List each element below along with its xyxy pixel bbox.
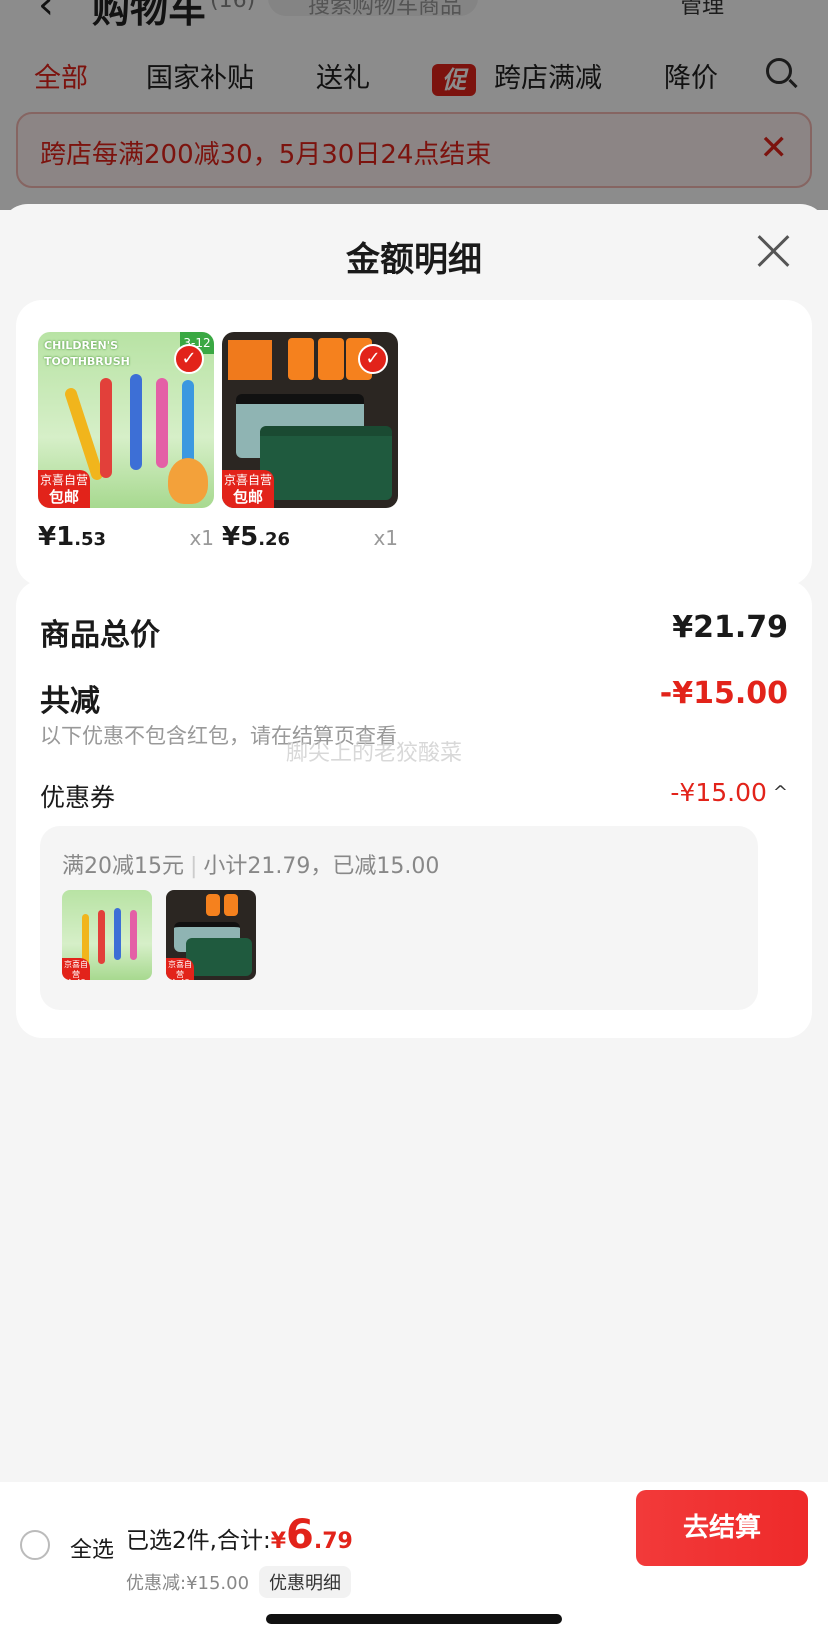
- product-item[interactable]: ✓ 京喜自营 包邮 ¥5.26 x1: [222, 332, 398, 558]
- chevron-up-icon[interactable]: ^: [773, 782, 788, 803]
- total-price-value: ¥21.79: [672, 610, 788, 645]
- package-graphic: [318, 338, 344, 380]
- package-graphic: [228, 340, 272, 380]
- brief-graphic: [260, 426, 392, 500]
- self-operated-tag: 京喜自营包邮: [38, 470, 90, 508]
- watermark-text: 脚尖上的老狡酸菜: [286, 741, 463, 766]
- coupon-product-thumb: 京喜自营包邮: [166, 890, 256, 980]
- toothbrush-graphic: [114, 908, 121, 960]
- package-graphic: [224, 894, 238, 916]
- product-quantity: x1: [189, 526, 214, 550]
- home-indicator: [266, 1614, 562, 1624]
- discount-summary: 优惠减:¥15.00 优惠明细: [126, 1566, 352, 1598]
- coupon-rule-text: 满20减15元 | 小计21.79，已减15.00: [62, 854, 440, 879]
- checkout-button[interactable]: 去结算: [636, 1490, 808, 1566]
- sheet-title: 金额明细: [346, 240, 482, 280]
- discount-detail-button[interactable]: 优惠明细: [259, 1566, 352, 1598]
- coupon-row[interactable]: 优惠券 -¥15.00 ^: [40, 778, 788, 814]
- coupon-label: 优惠券: [40, 783, 116, 812]
- discount-label: 共减: [40, 684, 100, 719]
- discount-value: -¥15.00: [659, 676, 788, 711]
- checkout-bar: 全选 已选2件,合计:¥6.79 优惠减:¥15.00 优惠明细 去结算: [0, 1482, 828, 1640]
- toothbrush-graphic: [63, 386, 105, 482]
- image-text: CHILDREN'S TOOTHBRUSH: [44, 339, 130, 368]
- package-graphic: [288, 338, 314, 380]
- self-operated-tag: 京喜自营包邮: [222, 470, 274, 508]
- toothbrush-graphic: [182, 380, 194, 466]
- package-graphic: [206, 894, 220, 916]
- select-all-label[interactable]: 全选: [70, 1532, 114, 1564]
- brief-graphic: [186, 938, 252, 976]
- toothbrush-graphic: [100, 378, 112, 478]
- total-price-label: 商品总价: [40, 618, 160, 653]
- product-image: CHILDREN'S TOOTHBRUSH 3-12 ✓ 京喜自营 包邮: [38, 332, 214, 508]
- checkmark-icon: ✓: [358, 344, 388, 374]
- select-all-checkbox[interactable]: [20, 1530, 50, 1560]
- self-operated-tag: 京喜自营包邮: [62, 958, 90, 980]
- amount-detail-sheet: 金额明细 CHILDREN'S TOOTHBRUSH 3-12 ✓ 京喜自营 包邮 …: [0, 204, 828, 1482]
- coupon-product-thumb: 京喜自营包邮: [62, 890, 152, 980]
- products-card: CHILDREN'S TOOTHBRUSH 3-12 ✓ 京喜自营 包邮 ¥1.53…: [16, 300, 812, 586]
- tiger-mascot: [168, 458, 208, 504]
- close-icon[interactable]: [754, 230, 794, 270]
- product-price: ¥5.26: [222, 522, 291, 552]
- total-price-row: 商品总价 ¥21.79: [40, 610, 788, 654]
- checkmark-icon: ✓: [174, 344, 204, 374]
- toothbrush-graphic: [156, 378, 168, 468]
- coupon-detail: 满20减15元|小计21.79，已减15.00 京喜自营包邮 京喜自营包邮: [40, 826, 758, 1010]
- toothbrush-graphic: [130, 910, 137, 960]
- toothbrush-graphic: [98, 910, 105, 964]
- discount-row: 共减 -¥15.00: [40, 676, 788, 720]
- self-operated-tag: 京喜自营包邮: [166, 958, 194, 980]
- product-quantity: x1: [373, 526, 398, 550]
- product-image: ✓ 京喜自营 包邮: [222, 332, 398, 508]
- toothbrush-graphic: [130, 374, 142, 470]
- selected-total: 已选2件,合计:¥6.79: [126, 1512, 353, 1558]
- product-price: ¥1.53: [38, 522, 107, 552]
- product-item[interactable]: CHILDREN'S TOOTHBRUSH 3-12 ✓ 京喜自营 包邮 ¥1.53…: [38, 332, 214, 558]
- summary-card: 商品总价 ¥21.79 共减 -¥15.00 以下优惠不包含红包，请在结算页查看…: [16, 580, 812, 1038]
- modal-overlay[interactable]: [0, 0, 828, 210]
- coupon-value: -¥15.00 ^: [670, 778, 788, 807]
